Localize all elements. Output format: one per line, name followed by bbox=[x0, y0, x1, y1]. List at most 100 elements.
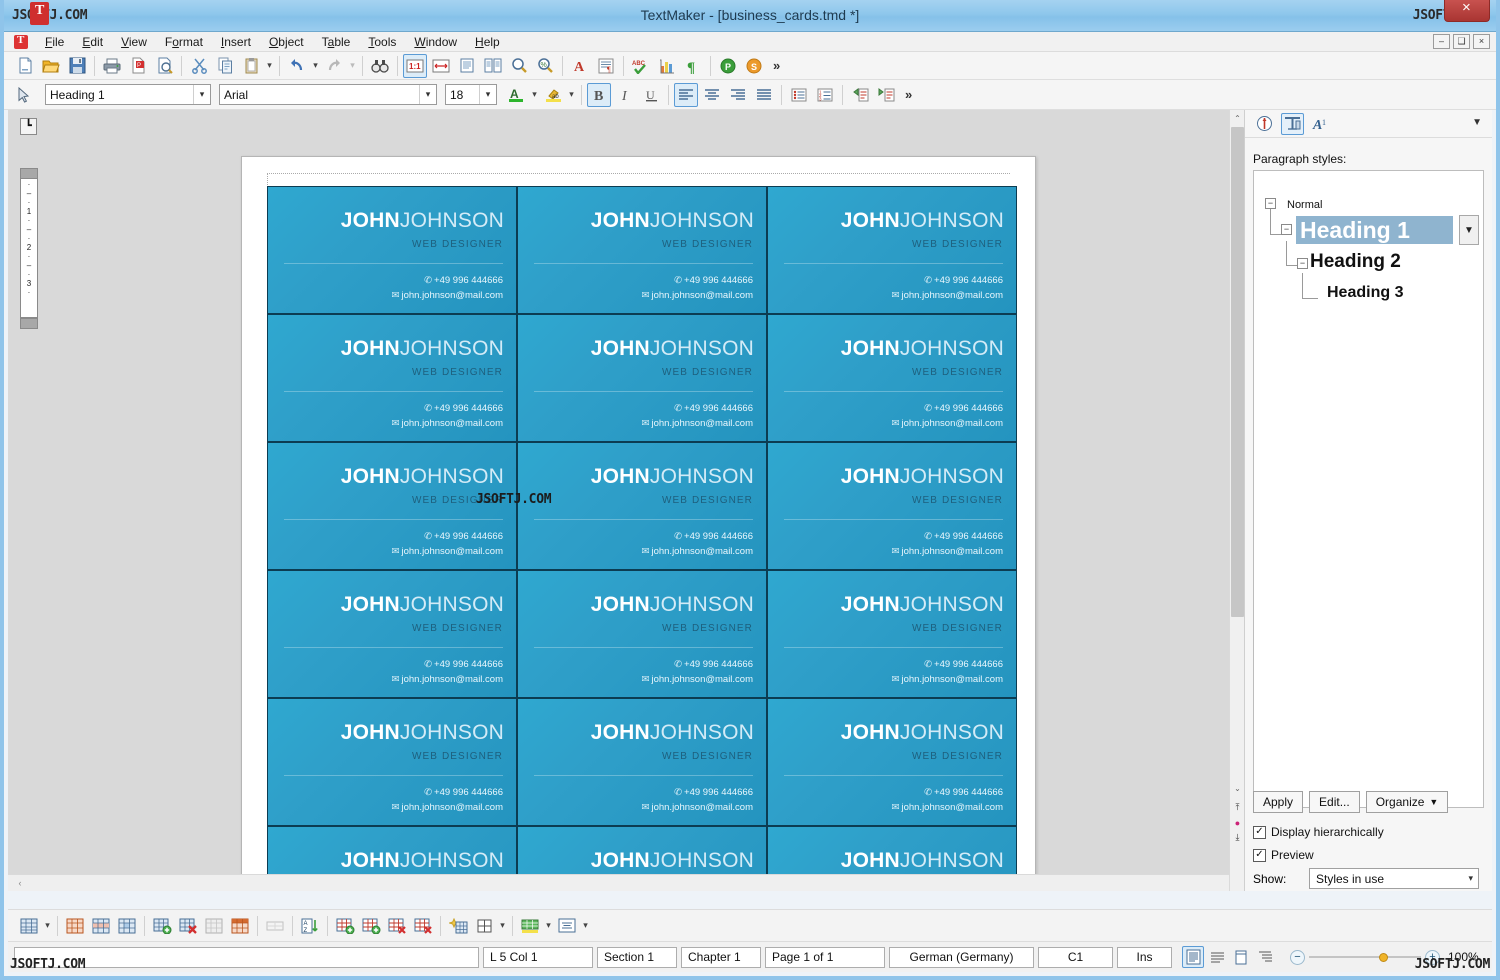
column-field[interactable]: C1 bbox=[1038, 946, 1113, 968]
insert-column-icon[interactable] bbox=[359, 914, 383, 938]
presentations-icon[interactable]: P bbox=[716, 54, 740, 78]
style-item-heading-2[interactable]: Heading 2 bbox=[1310, 251, 1401, 273]
paste-dropdown-arrow-icon[interactable]: ▾ bbox=[264, 55, 275, 77]
business-card[interactable]: JOHNJOHNSON WEB DESIGNER ✆+49 996 444666✉j… bbox=[267, 570, 517, 698]
chevron-down-icon[interactable]: ▾ bbox=[419, 85, 436, 104]
spellcheck-icon[interactable]: ABC bbox=[629, 54, 653, 78]
insert-mode-field[interactable]: Ins bbox=[1117, 946, 1172, 968]
table-cell-properties-icon[interactable] bbox=[115, 914, 139, 938]
zoom-out-button[interactable]: − bbox=[1290, 949, 1305, 965]
zoom-slider-knob[interactable] bbox=[1379, 953, 1388, 962]
copy-icon[interactable] bbox=[213, 54, 237, 78]
style-dropdown-button[interactable]: ▼ bbox=[1459, 215, 1479, 245]
organize-button[interactable]: Organize ▼ bbox=[1365, 791, 1449, 813]
font-family-combo[interactable]: Arial ▾ bbox=[219, 84, 437, 105]
find-binoculars-icon[interactable] bbox=[368, 54, 392, 78]
formatting-marks-icon[interactable]: ¶ bbox=[681, 54, 705, 78]
business-card[interactable]: JOHNJOHNSON WEB DESIGNER ✆+49 996 444666✉j… bbox=[767, 570, 1017, 698]
scroll-left-arrow-icon[interactable]: ‹ bbox=[12, 875, 28, 891]
delete-column-icon[interactable] bbox=[411, 914, 435, 938]
business-card[interactable]: JOHNJOHNSON WEB DESIGNER ✆+49 996 444666✉j… bbox=[517, 186, 767, 314]
chart-icon[interactable] bbox=[655, 54, 679, 78]
business-card[interactable]: JOHNJOHNSON WEB DESIGNER ✆+49 996 444666✉j… bbox=[767, 186, 1017, 314]
document-page[interactable]: JOHNJOHNSON WEB DESIGNER ✆ +49 996 444666 ✉ j… bbox=[241, 156, 1036, 891]
align-justify-button[interactable] bbox=[752, 83, 776, 107]
table-shading-dropdown-arrow-icon[interactable]: ▾ bbox=[543, 915, 554, 937]
zoom-in-icon[interactable] bbox=[507, 54, 531, 78]
business-card[interactable]: JOHNJOHNSON WEB DESIGNER ✆+49 996 444666✉j… bbox=[267, 186, 517, 314]
undo-dropdown-arrow-icon[interactable]: ▾ bbox=[310, 55, 321, 77]
export-pdf-icon[interactable]: P bbox=[126, 54, 150, 78]
business-card[interactable]: JOHNJOHNSON WEB DESIGNER ✆+49 996 444666✉j… bbox=[517, 314, 767, 442]
language-field[interactable]: German (Germany) bbox=[889, 946, 1034, 968]
highlight-color-dropdown-arrow-icon[interactable]: ▾ bbox=[566, 84, 577, 106]
style-item-normal[interactable]: Normal bbox=[1287, 199, 1322, 211]
menu-item-help[interactable]: Help bbox=[466, 32, 509, 52]
menu-item-file[interactable]: File bbox=[36, 32, 73, 52]
menu-item-edit[interactable]: Edit bbox=[73, 32, 112, 52]
highlight-color-icon[interactable]: ab bbox=[541, 83, 565, 107]
select-object-icon[interactable] bbox=[12, 83, 36, 107]
menu-item-window[interactable]: Window bbox=[405, 32, 466, 52]
horizontal-scrollbar[interactable]: ‹ › bbox=[8, 874, 1244, 891]
table-align-icon[interactable] bbox=[555, 914, 579, 938]
merge-cells-icon[interactable] bbox=[202, 914, 226, 938]
menu-item-view[interactable]: View bbox=[112, 32, 156, 52]
insert-row-icon[interactable] bbox=[333, 914, 357, 938]
paragraph-styles-tree[interactable]: − Normal − Heading 1 ▼ − Heading 2 Headi… bbox=[1253, 170, 1484, 808]
numbered-list-button[interactable]: 123 bbox=[813, 83, 837, 107]
chapter-field[interactable]: Chapter 1 bbox=[681, 946, 761, 968]
zoom-slider[interactable] bbox=[1309, 950, 1421, 964]
menu-item-insert[interactable]: Insert bbox=[212, 32, 260, 52]
next-page-button[interactable]: ⤓ bbox=[1230, 830, 1245, 845]
business-card[interactable]: JOHNJOHNSON WEB DESIGNER ✆+49 996 444666✉j… bbox=[517, 698, 767, 826]
tree-expander-heading-1[interactable]: − bbox=[1281, 224, 1292, 235]
chevron-down-icon[interactable]: ▾ bbox=[479, 85, 496, 104]
underline-button[interactable]: U bbox=[639, 83, 663, 107]
tree-expander-normal[interactable]: − bbox=[1265, 198, 1276, 209]
document-canvas[interactable]: ┗ ·–·1 ·–·2 ·–·3· · 1 · 2 · 3 · 4 · 5 · bbox=[8, 110, 1244, 891]
delete-row-icon[interactable] bbox=[385, 914, 409, 938]
bold-button[interactable]: B bbox=[587, 82, 611, 107]
vertical-scrollbar[interactable]: ⌃ ⌄ ⤒ ● ⤓ bbox=[1229, 110, 1245, 891]
cursor-position-field[interactable]: L 5 Col 1 bbox=[483, 946, 593, 968]
redo-icon[interactable] bbox=[322, 54, 346, 78]
apply-button[interactable]: Apply bbox=[1253, 791, 1304, 813]
paragraph-format-icon[interactable]: ¶ bbox=[594, 54, 618, 78]
main-toolbar-overflow-button[interactable]: » bbox=[767, 58, 786, 73]
table-properties-icon[interactable] bbox=[63, 914, 87, 938]
page-field[interactable]: Page 1 of 1 bbox=[765, 946, 885, 968]
mdi-restore-button[interactable]: ❑ bbox=[1453, 34, 1470, 49]
whole-page-icon[interactable] bbox=[455, 54, 479, 78]
edit-button[interactable]: Edit... bbox=[1309, 791, 1360, 813]
style-item-heading-1[interactable]: Heading 1 bbox=[1296, 216, 1453, 244]
table-frame-icon[interactable] bbox=[472, 914, 496, 938]
formatting-toolbar-overflow-button[interactable]: » bbox=[899, 87, 918, 102]
delete-table-icon[interactable] bbox=[176, 914, 200, 938]
sidebar-tab-character-styles[interactable]: A1 bbox=[1309, 113, 1332, 135]
font-color-dropdown-arrow-icon[interactable]: ▾ bbox=[529, 84, 540, 106]
mdi-close-button[interactable]: × bbox=[1473, 34, 1490, 49]
tab-stop-selector-button[interactable]: ┗ bbox=[20, 118, 37, 135]
section-field[interactable]: Section 1 bbox=[597, 946, 677, 968]
table-autoformat-icon[interactable] bbox=[446, 914, 470, 938]
business-card[interactable]: JOHNJOHNSON WEB DESIGNER ✆+49 996 444666✉j… bbox=[767, 442, 1017, 570]
save-disk-icon[interactable] bbox=[65, 54, 89, 78]
table-row-properties-icon[interactable] bbox=[89, 914, 113, 938]
business-cards-table[interactable]: JOHNJOHNSON WEB DESIGNER ✆ +49 996 444666 ✉ j… bbox=[267, 186, 1017, 891]
tree-expander-heading-2[interactable]: − bbox=[1297, 258, 1308, 269]
menu-item-object[interactable]: Object bbox=[260, 32, 313, 52]
vertical-ruler[interactable]: · – · 1 · – · 2 · – · 3 · bbox=[20, 178, 38, 318]
decrease-indent-button[interactable] bbox=[848, 83, 872, 107]
undo-icon[interactable] bbox=[285, 54, 309, 78]
menu-item-tools[interactable]: Tools bbox=[359, 32, 405, 52]
zoom-one-to-one-icon[interactable]: 1:1 bbox=[403, 53, 427, 78]
new-document-icon[interactable] bbox=[13, 54, 37, 78]
style-item-heading-3[interactable]: Heading 3 bbox=[1327, 284, 1403, 302]
menu-item-format[interactable]: Format bbox=[156, 32, 212, 52]
increase-indent-button[interactable] bbox=[874, 83, 898, 107]
insert-table-icon[interactable] bbox=[150, 914, 174, 938]
zoom-percent-icon[interactable]: % bbox=[533, 54, 557, 78]
view-mode-normal[interactable] bbox=[1182, 946, 1204, 968]
scroll-up-arrow-icon[interactable]: ⌃ bbox=[1230, 110, 1245, 126]
